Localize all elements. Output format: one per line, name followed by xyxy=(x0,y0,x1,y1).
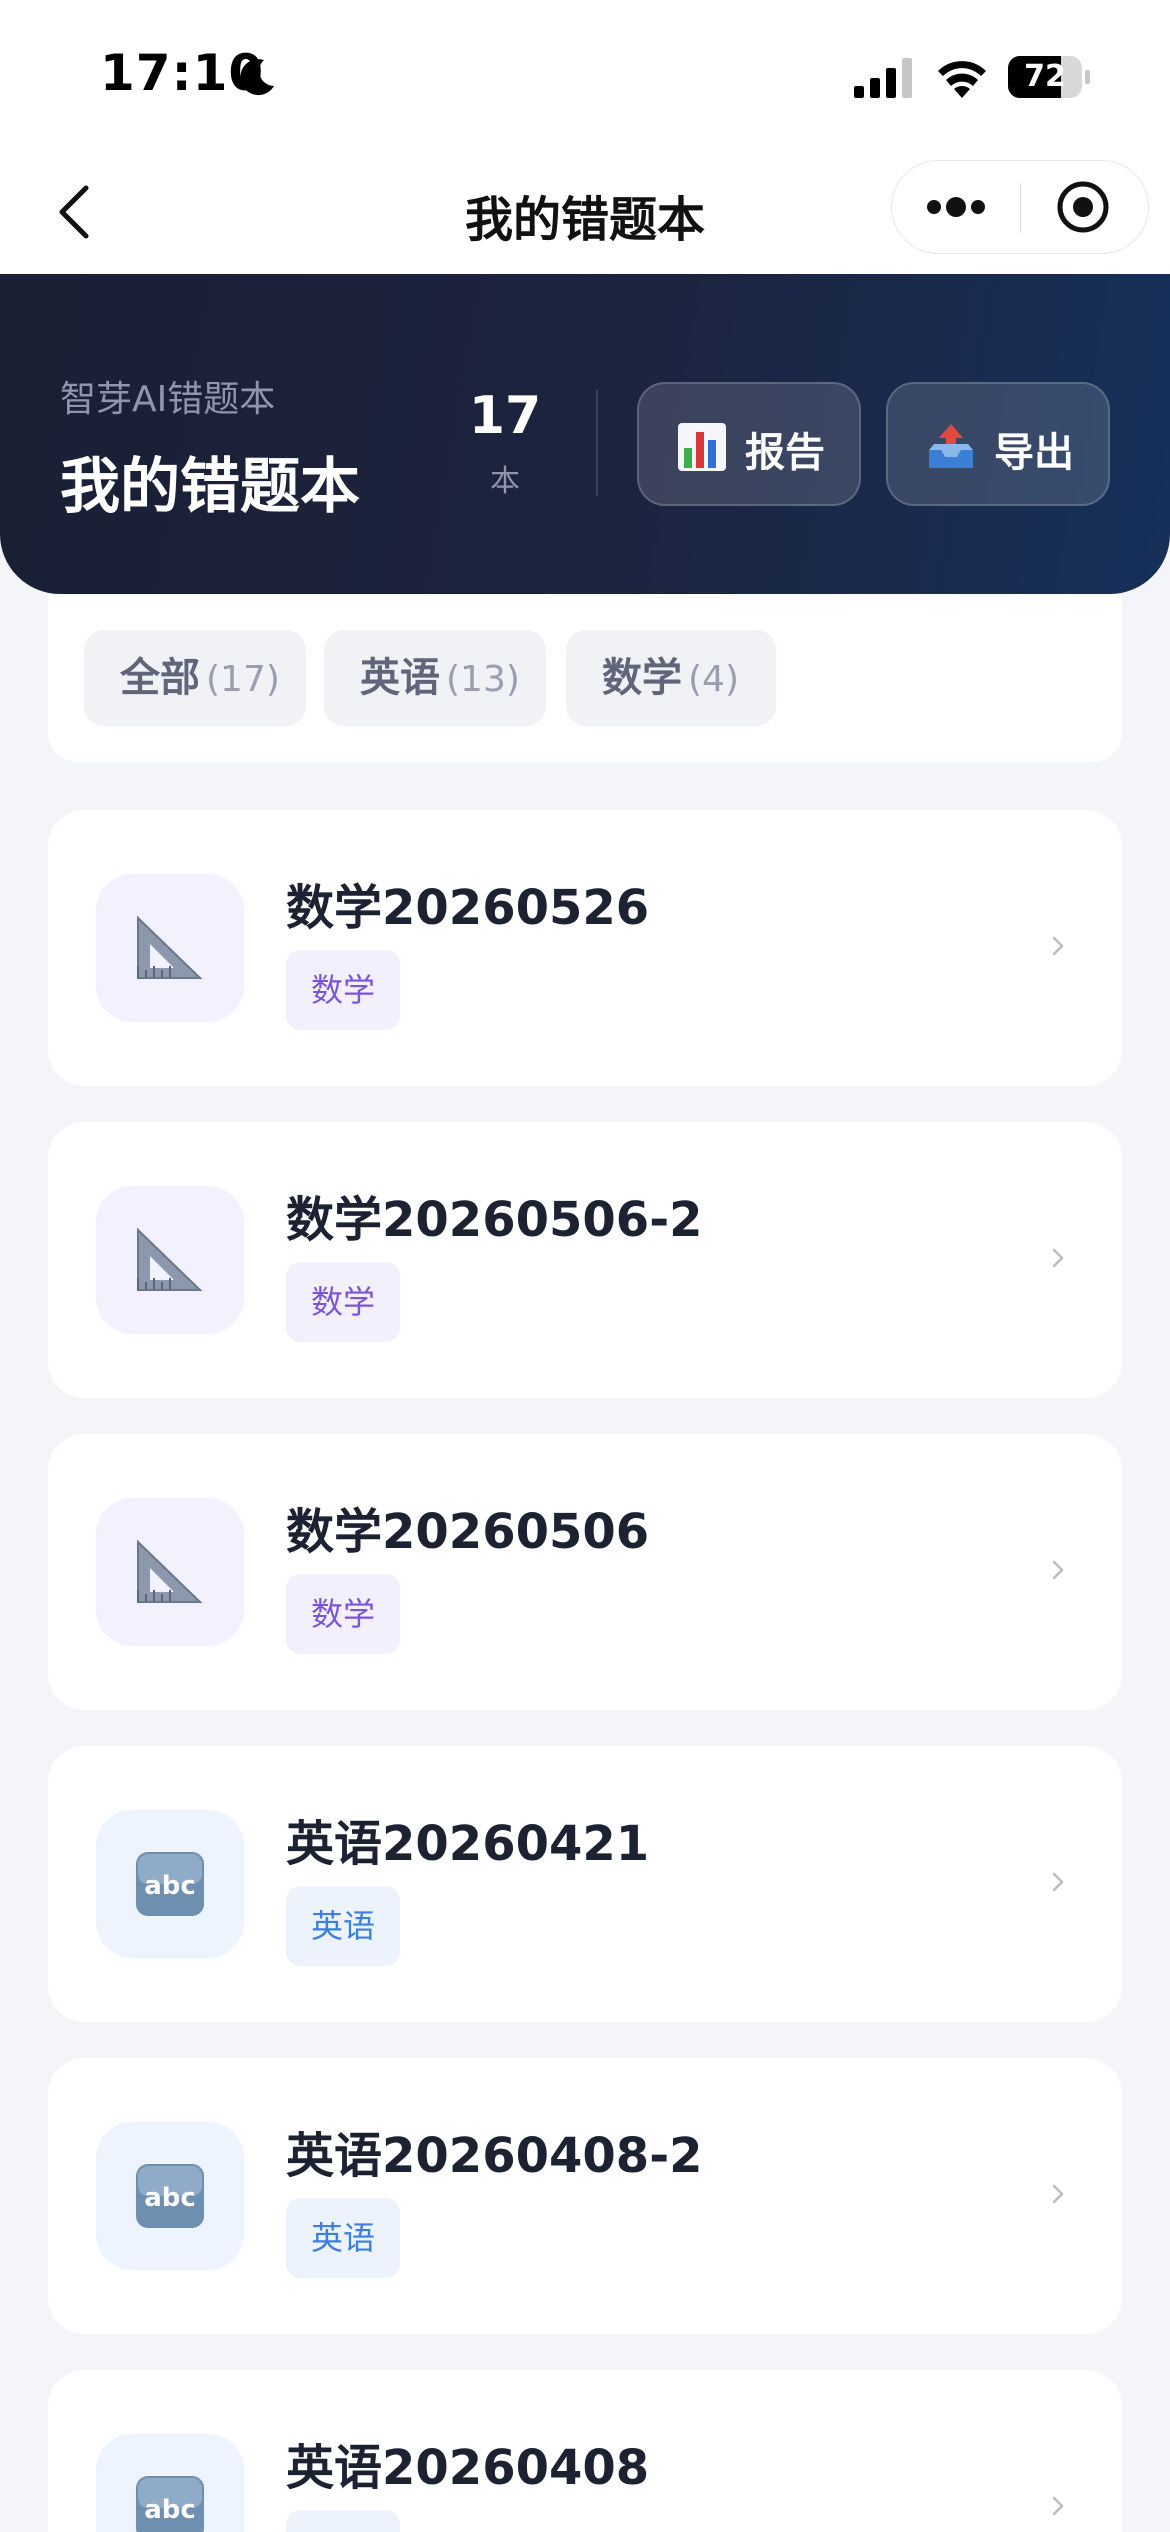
filter-tab-label: 英语 xyxy=(360,655,440,701)
notebook-title: 英语20260421 xyxy=(286,1816,650,1872)
subject-tag: 数学 xyxy=(286,950,400,1030)
export-label: 导出 xyxy=(994,430,1074,476)
abc-icon: abc xyxy=(136,1852,204,1916)
chevron-right-icon xyxy=(1052,2184,1064,2204)
notebook-card[interactable]: abc 英语20260421 英语 xyxy=(48,1746,1122,2022)
subject-tag: 英语 xyxy=(286,2198,400,2278)
filter-tab-math[interactable]: 数学 (4) xyxy=(566,630,776,726)
page: 17:10 72 我的错题本 智芽AI错题本 我的错题本 17 本 报告 导出 … xyxy=(0,0,1170,2532)
svg-text:abc: abc xyxy=(144,2495,196,2525)
book-count-unit: 本 xyxy=(490,464,520,499)
battery-cap xyxy=(1085,70,1090,84)
filter-tab-all[interactable]: 全部 (17) xyxy=(84,630,306,726)
header-title: 我的错题本 xyxy=(60,452,360,522)
notebook-icon-box: abc xyxy=(96,2434,244,2532)
abc-icon: abc xyxy=(136,2164,204,2228)
filter-tab-label: 全部 xyxy=(120,655,200,701)
back-button[interactable] xyxy=(40,172,120,252)
battery-level: 72 xyxy=(1024,59,1066,94)
chevron-right-icon xyxy=(1052,1560,1064,1580)
chevron-right-icon xyxy=(1052,2496,1064,2516)
chevron-left-icon xyxy=(59,185,89,239)
moon-icon xyxy=(240,59,274,96)
more-button[interactable] xyxy=(892,161,1020,253)
filter-tab-label: 数学 xyxy=(602,655,682,701)
notebook-card[interactable]: 数学20260526 数学 xyxy=(48,810,1122,1086)
notebook-icon-box xyxy=(96,1186,244,1334)
export-button[interactable]: 导出 xyxy=(886,382,1110,506)
filter-tab-english[interactable]: 英语 (13) xyxy=(324,630,546,726)
close-mini-program-button[interactable] xyxy=(1021,161,1149,253)
notebook-icon-box: abc xyxy=(96,2122,244,2270)
nav-title: 我的错题本 xyxy=(464,192,705,248)
svg-text:abc: abc xyxy=(144,2183,196,2213)
notebook-card[interactable]: 数学20260506 数学 xyxy=(48,1434,1122,1710)
bar-chart-icon xyxy=(678,423,726,471)
notebook-card[interactable]: abc 英语20260408 xyxy=(48,2370,1122,2532)
filter-bar: 全部 (17) 英语 (13) 数学 (4) xyxy=(48,594,1122,762)
notebook-card[interactable]: abc 英语20260408-2 英语 xyxy=(48,2058,1122,2334)
chevron-right-icon xyxy=(1052,1248,1064,1268)
subject-tag: 英语 xyxy=(286,1886,400,1966)
chevron-right-icon xyxy=(1052,1872,1064,1892)
header-banner: 智芽AI错题本 我的错题本 17 本 报告 导出 xyxy=(0,274,1170,594)
triangle-ruler-icon xyxy=(137,1539,203,1603)
signal-icon xyxy=(854,58,912,98)
notebook-icon-box: abc xyxy=(96,1810,244,1958)
notebook-title: 数学20260506 xyxy=(286,1504,650,1560)
notebook-card[interactable]: 数学20260506-2 数学 xyxy=(48,1122,1122,1398)
mini-program-capsule xyxy=(891,160,1149,254)
battery-icon: 72 xyxy=(1008,56,1090,98)
triangle-ruler-icon xyxy=(137,1227,203,1291)
svg-text:abc: abc xyxy=(144,1871,196,1901)
wifi-icon xyxy=(938,61,986,98)
notebook-title: 数学20260506-2 xyxy=(286,1192,703,1248)
subject-tag: 数学 xyxy=(286,1574,400,1654)
notebook-title: 数学20260526 xyxy=(286,880,650,936)
notebook-title: 英语20260408 xyxy=(286,2440,650,2496)
filter-tab-count: (13) xyxy=(446,659,520,700)
battery-body: 72 xyxy=(1008,56,1082,98)
status-bar: 17:10 72 xyxy=(0,0,1170,150)
abc-icon: abc xyxy=(136,2476,204,2532)
subject-tag xyxy=(286,2510,400,2532)
more-dots-icon xyxy=(927,197,985,217)
outbox-tray-icon xyxy=(929,424,973,468)
report-label: 报告 xyxy=(745,430,825,476)
header-divider xyxy=(596,390,598,496)
report-button[interactable]: 报告 xyxy=(637,382,861,506)
notebook-icon-box xyxy=(96,1498,244,1646)
nav-bar: 我的错题本 xyxy=(0,150,1170,274)
header-subtitle: 智芽AI错题本 xyxy=(60,379,276,420)
filter-tab-count: (4) xyxy=(688,659,739,700)
record-circle-icon xyxy=(1057,181,1109,233)
filter-tab-count: (17) xyxy=(206,659,280,700)
chevron-right-icon xyxy=(1052,936,1064,956)
book-count: 17 xyxy=(468,386,542,446)
triangle-ruler-icon xyxy=(137,915,203,979)
subject-tag: 数学 xyxy=(286,1262,400,1342)
notebook-icon-box xyxy=(96,874,244,1022)
notebook-title: 英语20260408-2 xyxy=(286,2128,703,2184)
